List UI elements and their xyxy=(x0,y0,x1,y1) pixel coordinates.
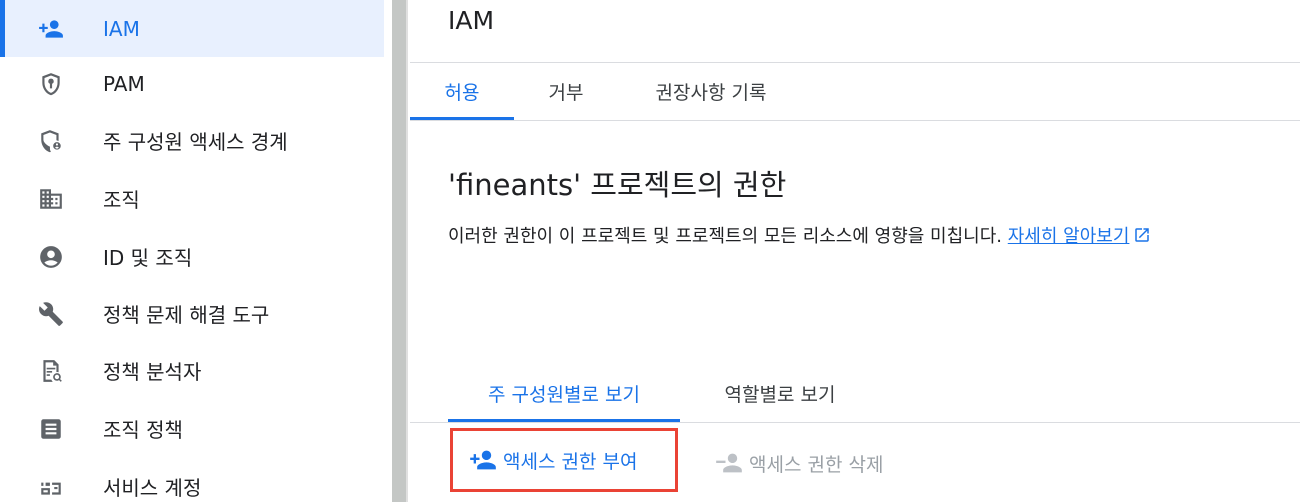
permissions-title: 'fineants' 프로젝트의 권한 xyxy=(448,168,787,202)
remove-access-label: 액세스 권한 삭제 xyxy=(749,453,884,476)
tab-deny[interactable]: 거부 xyxy=(514,62,618,120)
sidebar-item-org-policies[interactable]: 조직 정책 xyxy=(0,400,384,457)
sidebar-item-principal-access-boundary[interactable]: 주 구성원 액세스 경계 xyxy=(0,112,384,169)
view-tabs-divider xyxy=(410,422,1300,423)
sidebar-item-service-accounts[interactable]: 서비스 계정 xyxy=(0,458,384,502)
sidebar-item-organization[interactable]: 조직 xyxy=(0,170,384,227)
sidebar-item-label: 주 구성원 액세스 경계 xyxy=(103,130,288,154)
page-title: IAM xyxy=(448,6,495,35)
sidebar-item-label: ID 및 조직 xyxy=(103,246,193,270)
tab-label: 주 구성원별로 보기 xyxy=(488,383,640,406)
learn-more-link[interactable]: 자세히 알아보기 xyxy=(1008,226,1130,247)
sidebar-item-label: PAM xyxy=(103,71,145,96)
tab-label: 권장사항 기록 xyxy=(655,81,767,104)
sidebar-item-label: 정책 분석자 xyxy=(103,360,202,384)
sidebar-item-label: 조직 정책 xyxy=(103,418,183,442)
account-circle-icon xyxy=(37,243,65,271)
tab-recommendation-history[interactable]: 권장사항 기록 xyxy=(624,62,798,120)
sidebar-item-pam[interactable]: PAM xyxy=(0,55,384,112)
tab-label: 역할별로 보기 xyxy=(724,383,836,406)
sidebar-item-policy-analyzer[interactable]: 정책 분석자 xyxy=(0,342,384,399)
tab-view-by-principals[interactable]: 주 구성원별로 보기 xyxy=(448,364,680,422)
main-content: IAM 허용 거부 권장사항 기록 'fineants' 프로젝트의 권한 이러… xyxy=(410,0,1300,502)
sidebar-item-label: 조직 xyxy=(103,188,140,212)
tab-view-by-roles[interactable]: 역할별로 보기 xyxy=(695,364,865,422)
tabs-divider xyxy=(410,120,1300,121)
shield-keyhole-icon xyxy=(37,70,65,98)
sidebar-divider[interactable] xyxy=(392,0,408,502)
shield-person-icon xyxy=(37,127,65,155)
permissions-description: 이러한 권한이 이 프로젝트 및 프로젝트의 모든 리소스에 영향을 미칩니다.… xyxy=(448,222,1151,248)
tab-label: 허용 xyxy=(444,81,480,104)
building-icon xyxy=(37,185,65,213)
tab-label: 거부 xyxy=(548,81,584,104)
remove-access-button[interactable]: 액세스 권한 삭제 xyxy=(715,448,883,478)
person-add-icon xyxy=(470,450,496,470)
grant-access-label: 액세스 권한 부여 xyxy=(503,450,638,473)
wrench-icon xyxy=(37,300,65,328)
sidebar-item-policy-troubleshooter[interactable]: 정책 문제 해결 도구 xyxy=(0,285,384,342)
person-add-icon xyxy=(37,15,65,43)
document-search-icon xyxy=(37,357,65,385)
service-account-icon xyxy=(37,473,65,501)
person-remove-icon xyxy=(716,453,742,473)
tab-allow[interactable]: 허용 xyxy=(410,62,514,120)
grant-access-button[interactable]: 액세스 권한 부여 xyxy=(450,428,678,492)
sidebar-item-iam[interactable]: IAM xyxy=(0,0,384,57)
description-text: 이러한 권한이 이 프로젝트 및 프로젝트의 모든 리소스에 영향을 미칩니다. xyxy=(448,226,1003,247)
sidebar-item-label: IAM xyxy=(103,16,140,41)
sidebar-item-label: 정책 문제 해결 도구 xyxy=(103,303,270,327)
sidebar: IAM PAM 주 구성원 액세스 경계 조직 ID 및 조직 정책 문제 해결… xyxy=(0,0,384,502)
sidebar-item-identity-organization[interactable]: ID 및 조직 xyxy=(0,228,384,285)
sidebar-item-label: 서비스 계정 xyxy=(103,476,202,500)
open-in-new-icon[interactable] xyxy=(1133,226,1151,244)
list-document-icon xyxy=(37,415,65,443)
